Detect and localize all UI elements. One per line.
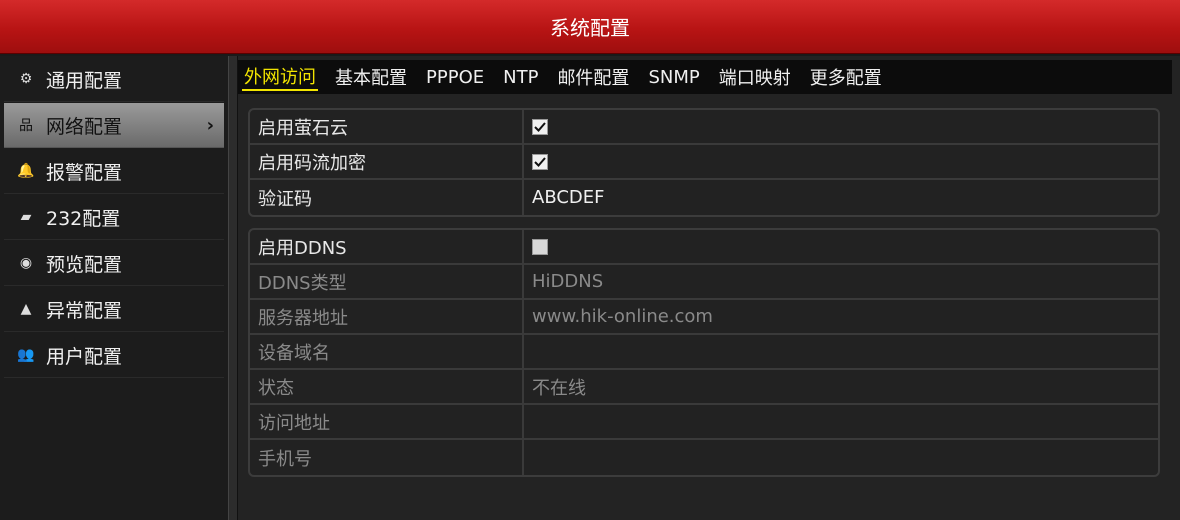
tab-port-mapping[interactable]: 端口映射 [717, 64, 793, 90]
form-row: 验证码 ABCDEF [250, 180, 1158, 215]
status-value: 不在线 [532, 377, 586, 399]
sidebar-item-network[interactable]: 品 网络配置 › [4, 103, 224, 148]
sidebar-item-label: 异常配置 [46, 299, 123, 322]
ezviz-panel: 启用萤石云 启用码流加密 验证码 ABCDEF [248, 108, 1160, 217]
eye-icon: ◉ [19, 255, 33, 271]
network-icon: 品 [19, 118, 33, 134]
sidebar-item-general[interactable]: ⚙ 通用配置 [4, 57, 224, 102]
enable-ezviz-label: 启用萤石云 [250, 110, 524, 143]
pane-divider[interactable] [228, 56, 238, 520]
sidebar-item-label: 用户配置 [46, 345, 123, 368]
enable-ddns-label: 启用DDNS [250, 230, 524, 263]
server-address-label: 服务器地址 [250, 300, 524, 333]
access-address-value [524, 405, 1158, 438]
form-row: 服务器地址 www.hik-online.com [250, 300, 1158, 335]
warning-icon: ▲ [20, 301, 32, 317]
stream-encryption-label: 启用码流加密 [250, 145, 524, 178]
chevron-right-icon: › [206, 114, 214, 136]
tab-snmp[interactable]: SNMP [646, 67, 701, 88]
sidebar-item-label: 网络配置 [46, 115, 123, 138]
server-address-field[interactable]: www.hik-online.com [524, 300, 1158, 333]
enable-ezviz-checkbox[interactable] [532, 118, 548, 135]
stream-encryption-checkbox[interactable] [532, 153, 548, 170]
form-row: 启用DDNS [250, 230, 1158, 265]
form-row: 启用萤石云 [250, 110, 1158, 145]
sidebar-item-label: 232配置 [46, 207, 121, 230]
sidebar-item-exception[interactable]: ▲ 异常配置 [4, 287, 224, 332]
check-icon [534, 121, 546, 132]
alarm-bell-icon: 🔔 [17, 163, 35, 179]
phone-number-label: 手机号 [250, 440, 524, 475]
tab-ntp[interactable]: NTP [501, 67, 540, 88]
gear-icon: ⚙ [19, 71, 33, 87]
sidebar: ⚙ 通用配置 品 网络配置 › 🔔 报警配置 ▰ 232配置 ◉ 预览配置 ▲ … [0, 56, 228, 520]
status-label: 状态 [250, 370, 524, 403]
verification-code-field[interactable]: ABCDEF [524, 180, 1158, 215]
device-domain-field[interactable] [524, 335, 1158, 368]
check-icon [534, 156, 546, 167]
tab-basic[interactable]: 基本配置 [333, 64, 409, 90]
enable-ddns-checkbox[interactable] [532, 238, 548, 255]
form-row: 手机号 [250, 440, 1158, 475]
users-icon: 👥 [17, 347, 35, 363]
form-row: DDNS类型 HiDDNS [250, 265, 1158, 300]
sidebar-item-label: 报警配置 [46, 161, 123, 184]
sidebar-item-label: 预览配置 [46, 253, 123, 276]
sidebar-item-alarm[interactable]: 🔔 报警配置 [4, 149, 224, 194]
ddns-type-label: DDNS类型 [250, 265, 524, 298]
sidebar-item-user[interactable]: 👥 用户配置 [4, 333, 224, 378]
tab-email[interactable]: 邮件配置 [555, 64, 631, 90]
tab-pppoe[interactable]: PPPOE [424, 67, 486, 88]
tab-more[interactable]: 更多配置 [808, 64, 884, 90]
sidebar-item-label: 通用配置 [46, 69, 123, 92]
form-row: 设备域名 [250, 335, 1158, 370]
ddns-type-select[interactable]: HiDDNS [524, 265, 1158, 298]
phone-number-value [524, 440, 1158, 475]
verification-code-label: 验证码 [250, 180, 524, 215]
form-row: 访问地址 [250, 405, 1158, 440]
main-content: 外网访问 基本配置 PPPOE NTP 邮件配置 SNMP 端口映射 更多配置 … [238, 56, 1180, 520]
tab-bar: 外网访问 基本配置 PPPOE NTP 邮件配置 SNMP 端口映射 更多配置 [238, 56, 1172, 94]
ddns-panel: 启用DDNS DDNS类型 HiDDNS 服务器地址 www.hik-onlin… [248, 228, 1160, 477]
title-bar: 系统配置 [0, 0, 1180, 54]
sidebar-item-preview[interactable]: ◉ 预览配置 [4, 241, 224, 286]
sidebar-item-rs232[interactable]: ▰ 232配置 [4, 195, 224, 240]
form-row: 启用码流加密 [250, 145, 1158, 180]
form-row: 状态 不在线 [250, 370, 1158, 405]
access-address-label: 访问地址 [250, 405, 524, 438]
serial-port-icon: ▰ [20, 209, 32, 225]
window-title: 系统配置 [550, 16, 630, 40]
tab-external-access[interactable]: 外网访问 [242, 63, 318, 91]
device-domain-label: 设备域名 [250, 335, 524, 368]
